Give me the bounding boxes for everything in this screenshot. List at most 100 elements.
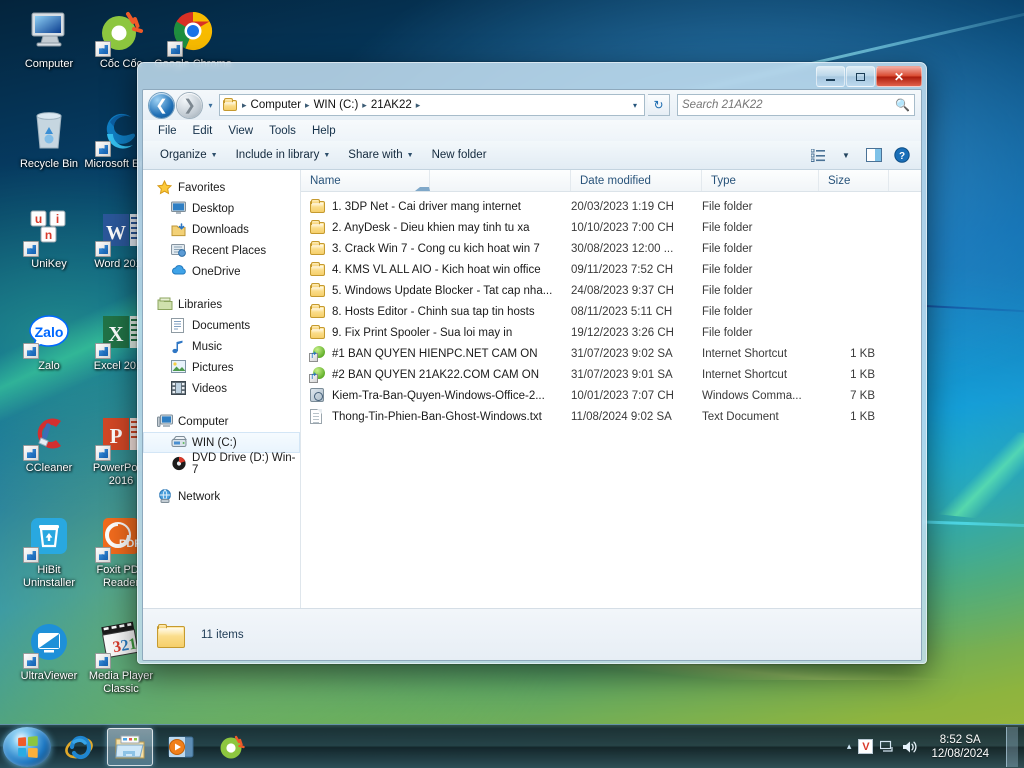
sidebar-item-label: DVD Drive (D:) Win-7 xyxy=(192,451,296,476)
maximize-button[interactable] xyxy=(846,66,875,87)
sidebar-group-computer[interactable]: Computer xyxy=(143,411,300,432)
menu-view[interactable]: View xyxy=(221,123,260,139)
sidebar-item-pictures[interactable]: Pictures xyxy=(143,357,300,378)
start-button[interactable] xyxy=(3,726,51,767)
table-row[interactable]: Thong-Tin-Phien-Ban-Ghost-Windows.txt 11/… xyxy=(301,406,921,427)
sidebar-item-onedrive[interactable]: OneDrive xyxy=(143,261,300,282)
window-title-bar[interactable]: ✕ xyxy=(142,66,922,89)
help-icon[interactable]: ? xyxy=(889,144,915,166)
menu-file[interactable]: File xyxy=(151,123,184,139)
sidebar-group-libraries[interactable]: Libraries xyxy=(143,294,300,315)
view-options-icon[interactable] xyxy=(805,144,831,166)
search-input[interactable] xyxy=(682,99,896,111)
sidebar-group-favorites[interactable]: Favorites xyxy=(143,177,300,198)
history-dropdown-icon[interactable]: ▾ xyxy=(205,101,216,110)
network-tray-icon[interactable] xyxy=(880,740,895,754)
new-folder-button[interactable]: New folder xyxy=(423,145,496,165)
hard-drive-icon xyxy=(171,435,187,451)
taskbar-windows-explorer[interactable] xyxy=(107,727,153,766)
sidebar-item-win-c[interactable]: WIN (C:) xyxy=(143,432,300,453)
file-size: 1 KB xyxy=(850,410,875,423)
sidebar-item-dvd-drive-d-win-7[interactable]: DVD Drive (D:) Win-7 xyxy=(143,451,300,476)
file-date-modified: 19/12/2023 3:26 CH xyxy=(571,326,674,339)
desktop-icon-ccleaner[interactable]: CCleaner xyxy=(10,412,88,475)
file-type: File folder xyxy=(702,305,753,318)
sidebar-item-recent-places[interactable]: Recent Places xyxy=(143,240,300,261)
file-type: Internet Shortcut xyxy=(702,368,788,381)
onedrive-cloud-icon xyxy=(171,264,187,280)
table-row[interactable]: 9. Fix Print Spooler - Sua loi may in 19/… xyxy=(301,322,921,343)
internet-shortcut-icon xyxy=(309,366,326,383)
show-hidden-icons-button[interactable]: ▴ xyxy=(847,741,852,752)
table-row[interactable]: #1 BAN QUYEN HIENPC.NET CAM ON 31/07/2023… xyxy=(301,343,921,364)
sidebar-item-music[interactable]: Music xyxy=(143,336,300,357)
refresh-icon[interactable]: ↻ xyxy=(648,94,670,116)
taskbar-coccoc-browser[interactable] xyxy=(209,728,255,766)
desktop-icon-recycle-bin[interactable]: Recycle Bin xyxy=(10,108,88,171)
folder-icon xyxy=(310,303,326,320)
table-row[interactable]: #2 BAN QUYEN 21AK22.COM CAM ON 31/07/2023… xyxy=(301,364,921,385)
volume-tray-icon[interactable] xyxy=(902,740,918,754)
shortcut-overlay-icon xyxy=(23,653,39,669)
column-header-size[interactable]: Size xyxy=(819,170,889,191)
ultraviewer-icon xyxy=(23,620,73,669)
clock[interactable]: 8:52 SA 12/08/2024 xyxy=(925,733,995,761)
sidebar-item-documents[interactable]: Documents xyxy=(143,315,300,336)
sidebar-item-label: Recent Places xyxy=(192,244,267,257)
share-with-button[interactable]: Share with ▼ xyxy=(339,145,422,165)
table-row[interactable]: 2. AnyDesk - Dieu khien may tinh tu xa 10… xyxy=(301,217,921,238)
sidebar-item-label: Documents xyxy=(192,319,251,332)
windows-logo-icon xyxy=(18,735,38,758)
desktop-icon-unikey[interactable]: u i n UniKey xyxy=(10,208,88,271)
table-row[interactable]: 8. Hosts Editor - Chinh sua tap tin host… xyxy=(301,301,921,322)
hibit-uninstaller-icon xyxy=(23,514,73,563)
desktop-icon-label: UltraViewer xyxy=(20,670,78,682)
table-row[interactable]: 3. Crack Win 7 - Cong cu kich hoat win 7… xyxy=(301,238,921,259)
back-arrow-icon[interactable]: ❮ xyxy=(149,92,174,118)
desktop-icon-hibit-uninstaller[interactable]: HiBit Uninstaller xyxy=(10,514,88,589)
file-name: 9. Fix Print Spooler - Sua loi may in xyxy=(332,326,513,339)
show-desktop-button[interactable] xyxy=(1006,726,1018,767)
sidebar-item-desktop[interactable]: Desktop xyxy=(143,198,300,219)
unikey-icon: u i n xyxy=(23,208,73,257)
table-row[interactable]: 5. Windows Update Blocker - Tat cap nha.… xyxy=(301,280,921,301)
taskbar-internet-explorer[interactable] xyxy=(56,728,102,766)
menu-edit[interactable]: Edit xyxy=(186,123,220,139)
sidebar-item-downloads[interactable]: Downloads xyxy=(143,219,300,240)
taskbar-media-player[interactable] xyxy=(158,728,204,766)
breadcrumb[interactable]: ▸ Computer ▸ WIN (C:) ▸ 21AK22 ▸ ▾ xyxy=(219,94,645,116)
column-header-date-modified[interactable]: Date modified xyxy=(571,170,702,191)
table-row[interactable]: 4. KMS VL ALL AIO - Kich hoat win office… xyxy=(301,259,921,280)
star-icon xyxy=(156,179,173,196)
preview-pane-icon[interactable] xyxy=(861,144,887,166)
column-header-name[interactable]: Name xyxy=(301,170,571,191)
desktop-icon-computer[interactable]: Computer xyxy=(10,8,88,71)
desktop-icon-zalo[interactable]: Zalo Zalo xyxy=(10,310,88,373)
breadcrumb-win-c[interactable]: WIN (C:) xyxy=(311,98,362,112)
address-dropdown-icon[interactable]: ▾ xyxy=(628,101,642,110)
column-header-type[interactable]: Type xyxy=(702,170,819,191)
table-row[interactable]: Kiem-Tra-Ban-Quyen-Windows-Office-2... 10… xyxy=(301,385,921,406)
search-icon[interactable]: 🔍 xyxy=(895,98,910,112)
search-box[interactable]: 🔍 xyxy=(677,94,915,116)
desktop-icon-ultraviewer[interactable]: UltraViewer xyxy=(10,620,88,683)
close-button[interactable]: ✕ xyxy=(876,66,922,87)
menu-help[interactable]: Help xyxy=(305,123,343,139)
sidebar-item-videos[interactable]: Videos xyxy=(143,378,300,399)
include-in-library-button[interactable]: Include in library ▼ xyxy=(227,145,340,165)
shortcut-overlay-icon xyxy=(23,343,39,359)
menu-tools[interactable]: Tools xyxy=(262,123,303,139)
menu-bar: File Edit View Tools Help xyxy=(143,120,921,141)
file-name: Kiem-Tra-Ban-Quyen-Windows-Office-2... xyxy=(332,389,545,402)
file-type: File folder xyxy=(702,200,753,213)
unikey-tray-icon[interactable]: V xyxy=(858,739,874,754)
table-row[interactable]: 1. 3DP Net - Cai driver mang internet 20/… xyxy=(301,196,921,217)
sidebar-group-network[interactable]: Network xyxy=(143,486,300,507)
file-type: File folder xyxy=(702,221,753,234)
forward-arrow-icon[interactable]: ❯ xyxy=(177,92,202,118)
view-dropdown-icon[interactable]: ▼ xyxy=(833,144,859,166)
minimize-button[interactable] xyxy=(816,66,845,87)
organize-button[interactable]: Organize ▼ xyxy=(151,145,227,165)
breadcrumb-21ak22[interactable]: 21AK22 xyxy=(368,98,415,112)
breadcrumb-computer[interactable]: Computer xyxy=(248,98,305,112)
